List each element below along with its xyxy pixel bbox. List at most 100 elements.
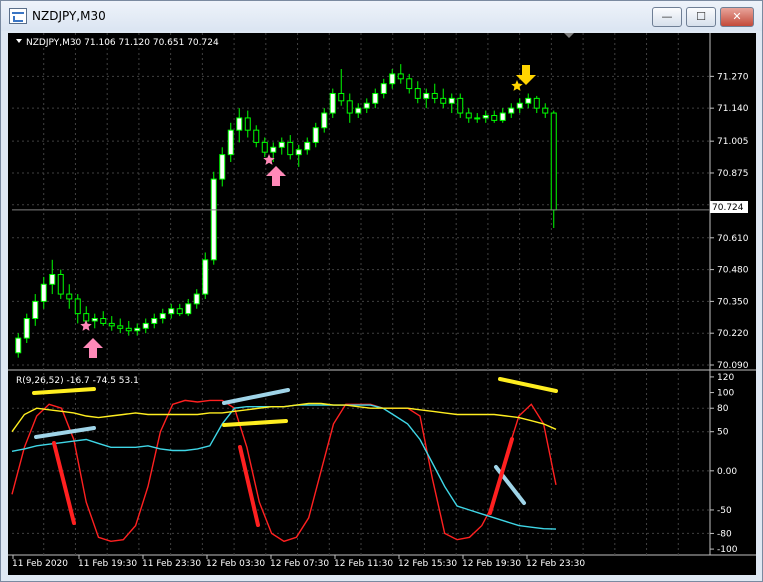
- x-tick-label: 12 Feb 07:30: [270, 559, 329, 569]
- candle-bull: [474, 117, 481, 120]
- candle-bull: [312, 127, 319, 143]
- chart-shift-triangle-icon[interactable]: [564, 33, 574, 38]
- minimize-button[interactable]: —: [652, 7, 682, 27]
- y-tick-label: 71.140: [717, 104, 749, 114]
- indicator-label: R(9,26,52) -16.7 -74.5 53.1: [16, 376, 139, 386]
- candle-bear: [440, 97, 447, 104]
- candle-bear: [253, 129, 260, 143]
- chart-grid: [8, 33, 756, 556]
- x-tick-label: 11 Feb 23:30: [142, 559, 201, 569]
- candle-bull: [134, 327, 141, 332]
- candle-bull: [448, 97, 455, 104]
- candle-bull: [168, 308, 175, 315]
- candle-bear: [74, 298, 81, 315]
- indicator-tick-label: 100: [717, 389, 734, 399]
- candle-bull: [236, 117, 243, 131]
- drawn-trendline: [32, 387, 96, 395]
- y-tick-label: 70.480: [717, 266, 749, 276]
- chart-window-icon: [9, 8, 27, 24]
- x-tick-label: 12 Feb 03:30: [206, 559, 265, 569]
- indicator-tick-label: -100: [717, 545, 738, 555]
- drawn-trendline: [222, 388, 290, 405]
- candle-bear: [431, 92, 438, 99]
- candle-bear: [550, 112, 557, 211]
- x-tick-label: 12 Feb 23:30: [526, 559, 585, 569]
- x-tick-label: 12 Feb 19:30: [462, 559, 521, 569]
- candle-bull: [321, 112, 328, 129]
- indicator-series-2: [11, 404, 557, 530]
- candle-bull: [15, 337, 22, 354]
- candle-bear: [533, 97, 540, 109]
- candle-bull: [32, 300, 39, 320]
- drawn-trendline: [498, 377, 558, 393]
- candle-bear: [66, 293, 73, 300]
- candle-bull: [508, 107, 515, 114]
- drawn-trendline: [52, 441, 76, 525]
- drawn-trendline: [222, 419, 288, 427]
- candle-bear: [465, 112, 472, 119]
- candle-bear: [406, 78, 413, 90]
- time-axis: 11 Feb 2020 11 Feb 19:30 11 Feb 23:30 12 Fe…: [12, 555, 585, 569]
- indicator-tick-label: 50: [717, 428, 729, 438]
- candle-bear: [117, 325, 124, 329]
- chart-window: NZDJPY,M30 — ☐ ✕ 71.270 71.140 71.005 70.87…: [0, 0, 763, 582]
- candle-bear: [491, 114, 498, 121]
- candle-bull: [270, 146, 277, 153]
- x-tick-label: 11 Feb 2020: [12, 559, 68, 569]
- candle-bull: [423, 92, 430, 99]
- maximize-button[interactable]: ☐: [686, 7, 716, 27]
- candle-bull: [304, 141, 311, 151]
- y-tick-label: 70.090: [717, 361, 749, 371]
- candle-bull: [23, 318, 30, 339]
- candle-bear: [244, 117, 251, 131]
- candle-bull: [91, 318, 98, 322]
- candle-bull: [227, 129, 234, 156]
- indicator-tick-label: 0.00: [717, 467, 737, 477]
- y-tick-label: 71.270: [717, 72, 749, 82]
- window-title: NZDJPY,M30: [32, 9, 106, 23]
- candle-bull: [278, 141, 285, 148]
- candle-bull: [363, 102, 370, 109]
- y-tick-label: 70.610: [717, 234, 749, 244]
- buy-arrow-icon: [266, 166, 286, 186]
- x-tick-label: 12 Feb 15:30: [398, 559, 457, 569]
- y-tick-label: 70.875: [717, 169, 749, 179]
- y-tick-label: 70.220: [717, 329, 749, 339]
- candle-bear: [176, 308, 183, 315]
- candle-bear: [287, 141, 294, 156]
- candle-bull: [499, 112, 506, 121]
- drawn-trendline: [34, 426, 96, 439]
- candle-bull: [49, 273, 56, 285]
- buy-arrow-icon: [83, 338, 103, 358]
- candle-bull: [329, 92, 336, 114]
- candle-bear: [457, 97, 464, 114]
- candle-bear: [542, 107, 549, 114]
- candle-bull: [389, 73, 396, 85]
- signal-star-icon: [511, 80, 523, 91]
- candle-bear: [83, 313, 90, 322]
- candle-bull: [159, 313, 166, 320]
- signal-star-icon: [80, 320, 92, 331]
- candle-bull: [355, 107, 362, 114]
- candle-bear: [397, 73, 404, 80]
- candle-bull: [380, 83, 387, 94]
- indicator-tick-label: 80: [717, 404, 729, 414]
- candle-bull: [185, 303, 192, 315]
- candle-bear: [261, 141, 268, 153]
- x-tick-label: 12 Feb 11:30: [334, 559, 393, 569]
- title-bar[interactable]: NZDJPY,M30 — ☐ ✕: [1, 1, 762, 31]
- current-price-label: 70.724: [712, 203, 744, 213]
- indicator-tick-label: -80: [717, 529, 732, 539]
- chart-area[interactable]: 71.27071.14071.00570.87570.74570.61070.4…: [8, 33, 756, 575]
- x-tick-label: 11 Feb 19:30: [78, 559, 137, 569]
- price-chart[interactable]: 71.27071.14071.00570.87570.74570.61070.4…: [8, 33, 756, 575]
- candle-bull: [193, 293, 200, 305]
- chart-header: NZDJPY,M30 71.106 71.120 70.651 70.724: [26, 38, 219, 48]
- chart-menu-triangle-icon[interactable]: [16, 39, 22, 43]
- candle-bear: [100, 318, 107, 324]
- indicator-tick-label: 120: [717, 373, 734, 383]
- indicator-tick-label: -50: [717, 506, 732, 516]
- close-button[interactable]: ✕: [720, 7, 754, 27]
- candle-bear: [414, 88, 421, 99]
- candle-bear: [346, 100, 353, 114]
